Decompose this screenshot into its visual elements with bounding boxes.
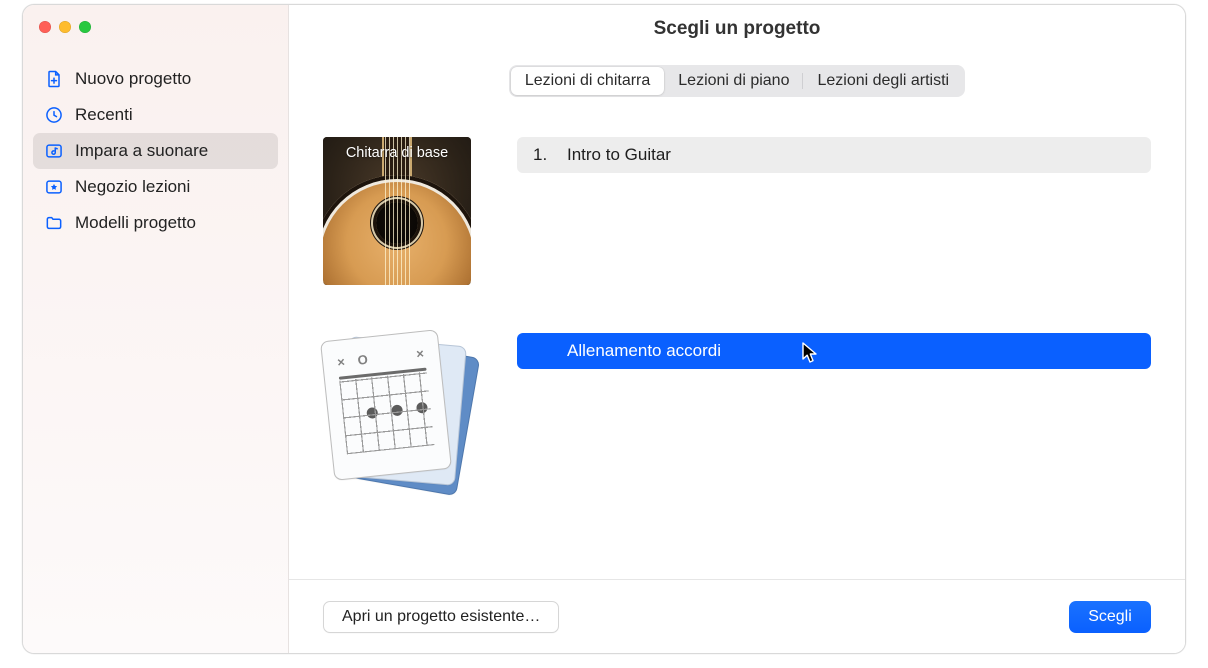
lesson-row-number: 1. bbox=[533, 145, 567, 165]
footer: Apri un progetto esistente… Scegli bbox=[289, 579, 1185, 653]
thumbnail-title: Chitarra di base bbox=[323, 145, 471, 161]
lesson-row-title: Intro to Guitar bbox=[567, 145, 671, 165]
sidebar-item-learn-to-play[interactable]: Impara a suonare bbox=[33, 133, 278, 169]
sidebar-item-label: Modelli progetto bbox=[75, 213, 196, 233]
folder-icon bbox=[43, 212, 65, 234]
sidebar-item-label: Impara a suonare bbox=[75, 141, 208, 161]
close-window-button[interactable] bbox=[39, 21, 51, 33]
lesson-group-chord-trainer: ×O× Allenamento accordi bbox=[323, 333, 1151, 481]
zoom-window-button[interactable] bbox=[79, 21, 91, 33]
segment-artist-lessons[interactable]: Lezioni degli artisti bbox=[803, 67, 963, 95]
segment-guitar-lessons[interactable]: Lezioni di chitarra bbox=[511, 67, 664, 95]
thumbnail-chord-trainer[interactable]: ×O× bbox=[323, 333, 471, 481]
segmented-control-wrap: Lezioni di chitarra Lezioni di piano Lez… bbox=[289, 53, 1185, 103]
sidebar-item-new-project[interactable]: Nuovo progetto bbox=[33, 61, 278, 97]
clock-icon bbox=[43, 104, 65, 126]
lesson-row-title: Allenamento accordi bbox=[567, 341, 721, 361]
button-label: Scegli bbox=[1088, 608, 1132, 626]
sidebar-item-project-templates[interactable]: Modelli progetto bbox=[33, 205, 278, 241]
segment-piano-lessons[interactable]: Lezioni di piano bbox=[664, 67, 803, 95]
sidebar-item-lesson-store[interactable]: Negozio lezioni bbox=[33, 169, 278, 205]
choose-button[interactable]: Scegli bbox=[1069, 601, 1151, 633]
sidebar-item-label: Nuovo progetto bbox=[75, 69, 191, 89]
music-note-square-icon bbox=[43, 140, 65, 162]
lesson-rows: 1. Intro to Guitar bbox=[517, 137, 1151, 285]
main-area: Scegli un progetto Lezioni di chitarra L… bbox=[289, 5, 1185, 653]
page-title: Scegli un progetto bbox=[289, 5, 1185, 53]
thumbnail-basic-guitar[interactable]: Chitarra di base bbox=[323, 137, 471, 285]
window-controls bbox=[23, 17, 288, 49]
star-square-icon bbox=[43, 176, 65, 198]
lesson-category-segmented: Lezioni di chitarra Lezioni di piano Lez… bbox=[509, 65, 965, 97]
sidebar-item-label: Recenti bbox=[75, 105, 133, 125]
lesson-row-intro-to-guitar[interactable]: 1. Intro to Guitar bbox=[517, 137, 1151, 173]
lesson-row-chord-trainer[interactable]: Allenamento accordi bbox=[517, 333, 1151, 369]
document-plus-icon bbox=[43, 68, 65, 90]
page-title-text: Scegli un progetto bbox=[654, 18, 821, 40]
segment-label: Lezioni di piano bbox=[678, 72, 789, 90]
segment-label: Lezioni degli artisti bbox=[817, 72, 949, 90]
sidebar-item-recent[interactable]: Recenti bbox=[33, 97, 278, 133]
lesson-rows: Allenamento accordi bbox=[517, 333, 1151, 481]
button-label: Apri un progetto esistente… bbox=[342, 608, 540, 626]
lesson-group-basic-guitar: Chitarra di base 1. Intro to Guitar bbox=[323, 137, 1151, 285]
minimize-window-button[interactable] bbox=[59, 21, 71, 33]
open-existing-project-button[interactable]: Apri un progetto esistente… bbox=[323, 601, 559, 633]
project-chooser-window: Nuovo progetto Recenti bbox=[22, 4, 1186, 654]
segment-label: Lezioni di chitarra bbox=[525, 72, 650, 90]
sidebar: Nuovo progetto Recenti bbox=[23, 5, 289, 653]
sidebar-item-label: Negozio lezioni bbox=[75, 177, 190, 197]
lesson-content: Chitarra di base 1. Intro to Guitar ×O× bbox=[289, 103, 1185, 579]
sidebar-list: Nuovo progetto Recenti bbox=[23, 49, 288, 241]
